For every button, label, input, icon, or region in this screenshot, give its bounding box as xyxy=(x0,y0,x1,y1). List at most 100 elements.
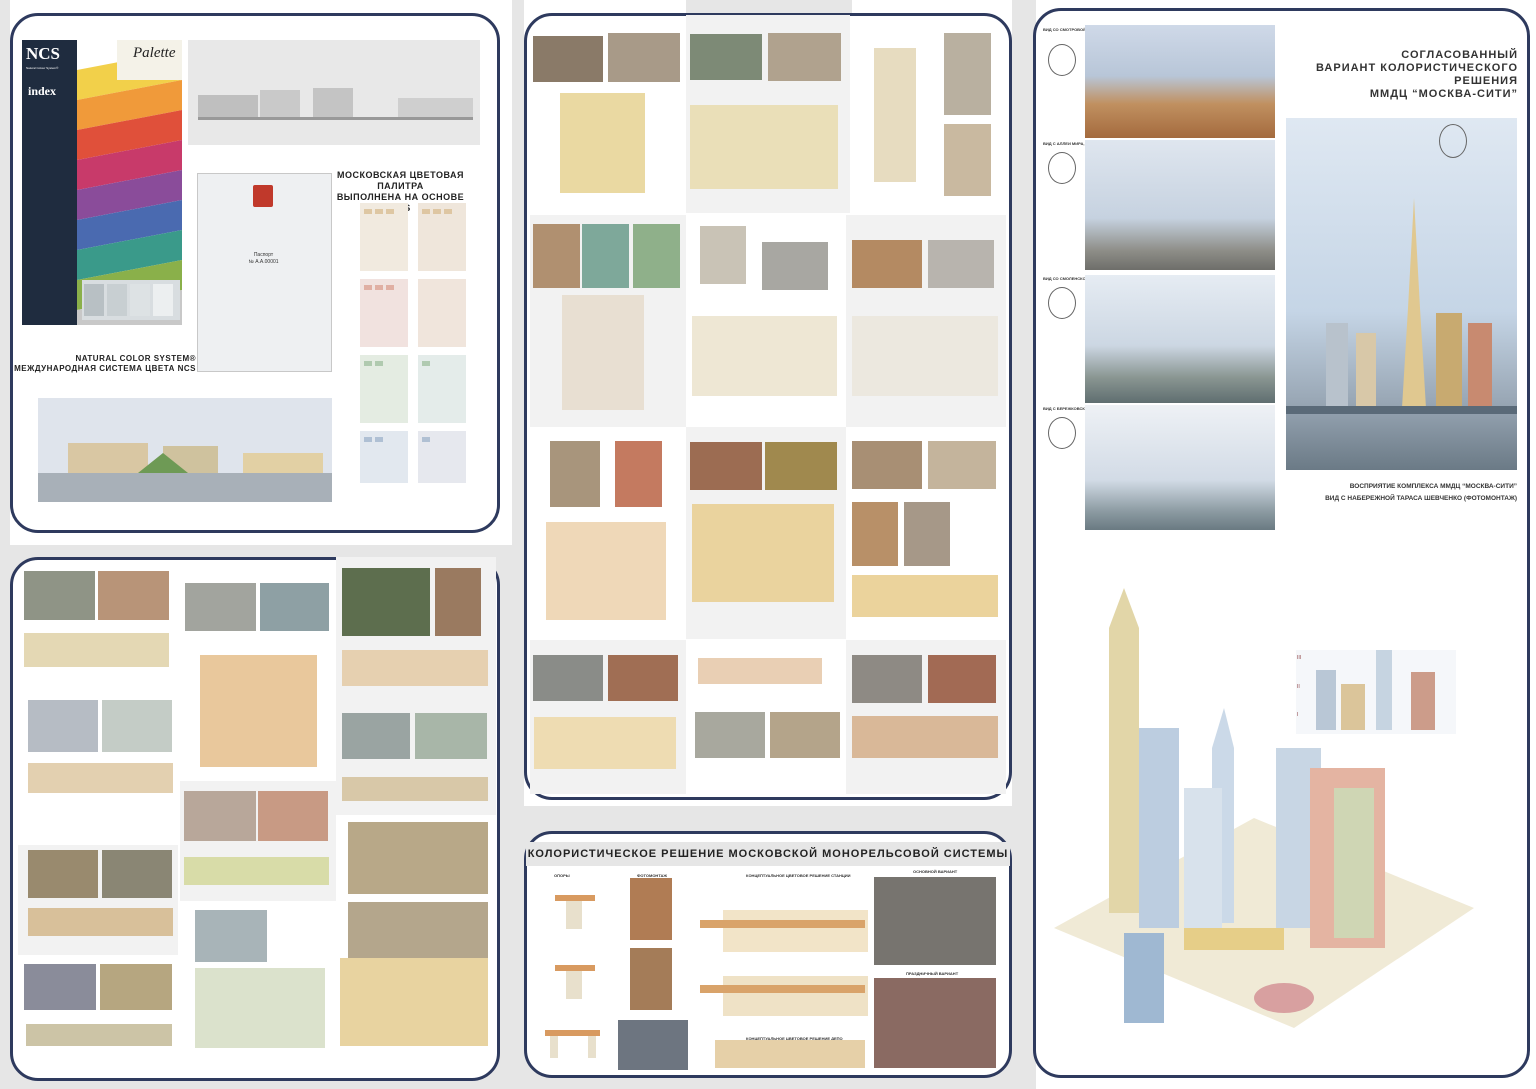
facade-elevation xyxy=(692,316,837,396)
ncs-fan-deck-image xyxy=(22,40,182,325)
view-photo-observation-deck xyxy=(1085,25,1275,138)
supports-column-label: ОПОРЫ xyxy=(554,873,570,878)
city-title-line1: СОГЛАСОВАННЫЙ xyxy=(1401,49,1518,61)
ncs-brand-label: NCS xyxy=(26,44,61,63)
location-map-icon xyxy=(1048,44,1076,76)
building-photo xyxy=(690,34,762,80)
building-photo xyxy=(608,33,680,82)
background-strip xyxy=(0,0,10,545)
location-map-icon xyxy=(1048,152,1076,184)
facade-elevation xyxy=(874,48,916,182)
monorail-photo xyxy=(630,878,672,940)
facade-elevation xyxy=(698,658,822,684)
photomontage-caption: ВОСПРИЯТИЕ КОМПЛЕКСА ММДЦ “МОСКВА-СИТИ” … xyxy=(1286,481,1517,505)
monorail-photo xyxy=(618,1020,688,1070)
building-photo xyxy=(852,240,922,288)
building-photo xyxy=(102,700,172,752)
monorail-title: КОЛОРИСТИЧЕСКОЕ РЕШЕНИЕ МОСКОВСКОЙ МОНОР… xyxy=(527,848,1009,860)
building-photo xyxy=(24,964,96,1010)
facade-elevation xyxy=(28,763,173,793)
building-photo xyxy=(944,124,991,196)
building-photo xyxy=(770,712,840,758)
building-photo xyxy=(615,441,662,507)
building-photo xyxy=(768,33,841,81)
level-marker-2: II xyxy=(1297,684,1300,690)
street-elevation-top xyxy=(188,40,480,145)
building-photo xyxy=(435,568,481,636)
facade-elevation xyxy=(534,717,676,769)
view-photo-poklonnaya xyxy=(1085,140,1275,270)
building-photo xyxy=(852,441,922,489)
building-photo xyxy=(928,655,996,703)
building-photo xyxy=(102,850,172,898)
city-title-line2: ВАРИАНТ КОЛОРИСТИЧЕСКОГО РЕШЕНИЯ xyxy=(1316,62,1518,87)
palette-title-line1: МОСКОВСКАЯ ЦВЕТОВАЯ ПАЛИТРА xyxy=(337,170,464,191)
view-photo-berezhkovsky xyxy=(1085,405,1275,530)
building-photo xyxy=(765,442,837,490)
building-photo xyxy=(695,712,765,758)
building-photo xyxy=(28,700,98,752)
location-map-icon xyxy=(1439,124,1467,158)
building-photo xyxy=(258,791,328,841)
building-photo xyxy=(24,571,95,620)
building-photo xyxy=(944,33,991,115)
color-palette-sheets xyxy=(360,203,466,483)
building-photo xyxy=(342,713,410,759)
facade-elevation xyxy=(26,1024,172,1046)
facade-elevation xyxy=(184,857,329,885)
building-photo xyxy=(633,224,680,288)
building-photo xyxy=(762,242,828,290)
passport-number: № А.А.00001 xyxy=(248,259,279,265)
building-photo xyxy=(852,655,922,703)
city-title-line3: ММДЦ “МОСКВА-СИТИ” xyxy=(1369,88,1518,100)
ncs-caption: NATURAL COLOR SYSTEM® МЕЖДУНАРОДНАЯ СИСТ… xyxy=(14,354,196,374)
facade-elevation xyxy=(852,575,998,617)
building-photo xyxy=(98,571,169,620)
monorail-support-drawings xyxy=(545,895,600,1058)
building-photo xyxy=(928,240,994,288)
ncs-sub-label: Natural Colour System® xyxy=(26,66,59,70)
moscow-coat-of-arms-icon xyxy=(253,185,273,207)
facade-elevation xyxy=(28,908,173,936)
level-marker-1: I xyxy=(1297,712,1299,718)
facade-elevation xyxy=(200,655,317,767)
building-photo xyxy=(852,502,898,566)
building-photo xyxy=(348,822,488,894)
building-photo xyxy=(533,36,603,82)
building-photo xyxy=(928,441,996,489)
station-elevation-drawings xyxy=(700,910,868,1068)
facade-elevation xyxy=(852,716,998,758)
photomontage-caption-line1: ВОСПРИЯТИЕ КОМПЛЕКСА ММДЦ “МОСКВА-СИТИ” xyxy=(1349,483,1517,490)
building-photo xyxy=(184,791,256,841)
station-column-label: КОНЦЕПТУАЛЬНОЕ ЦВЕТОВОЕ РЕШЕНИЕ СТАНЦИИ xyxy=(746,873,851,878)
ncs-caption-line1: NATURAL COLOR SYSTEM® xyxy=(75,354,196,363)
facade-elevation xyxy=(560,93,645,193)
building-photo xyxy=(415,713,487,759)
facade-elevation xyxy=(562,295,644,410)
facade-elevation xyxy=(852,316,998,396)
ncs-palette-label: Palette xyxy=(133,45,176,61)
moscow-city-axonometric xyxy=(1054,588,1474,1028)
festive-variant-label: ПРАЗДНИЧНЫЙ ВАРИАНТ xyxy=(906,971,959,976)
building-photo xyxy=(550,441,600,507)
photomontage-caption-line2: ВИД С НАБЕРЕЖНОЙ ТАРАСА ШЕВЧЕНКО (ФОТОМО… xyxy=(1325,495,1517,502)
monorail-festive-photo xyxy=(874,978,996,1068)
building-photo xyxy=(533,655,603,701)
building-photo xyxy=(533,224,580,288)
facade-elevation xyxy=(340,958,488,1046)
building-photo xyxy=(690,442,762,490)
facade-elevation xyxy=(24,633,169,667)
building-photo xyxy=(582,224,629,288)
facade-elevation xyxy=(195,968,325,1048)
city-title: СОГЛАСОВАННЫЙ ВАРИАНТ КОЛОРИСТИЧЕСКОГО Р… xyxy=(1280,49,1518,101)
ncs-index-label: index xyxy=(28,84,57,98)
view-photo-smolenskaya xyxy=(1085,275,1275,403)
building-photo xyxy=(608,655,678,701)
facade-elevation xyxy=(690,105,838,189)
facade-elevation xyxy=(546,522,666,620)
monorail-main-photo xyxy=(874,877,996,965)
facade-elevation xyxy=(692,504,834,602)
ncs-caption-line2: МЕЖДУНАРОДНАЯ СИСТЕМА ЦВЕТА NCS xyxy=(14,364,196,373)
building-photo xyxy=(185,583,256,631)
tower-level-diagram xyxy=(1296,650,1456,734)
